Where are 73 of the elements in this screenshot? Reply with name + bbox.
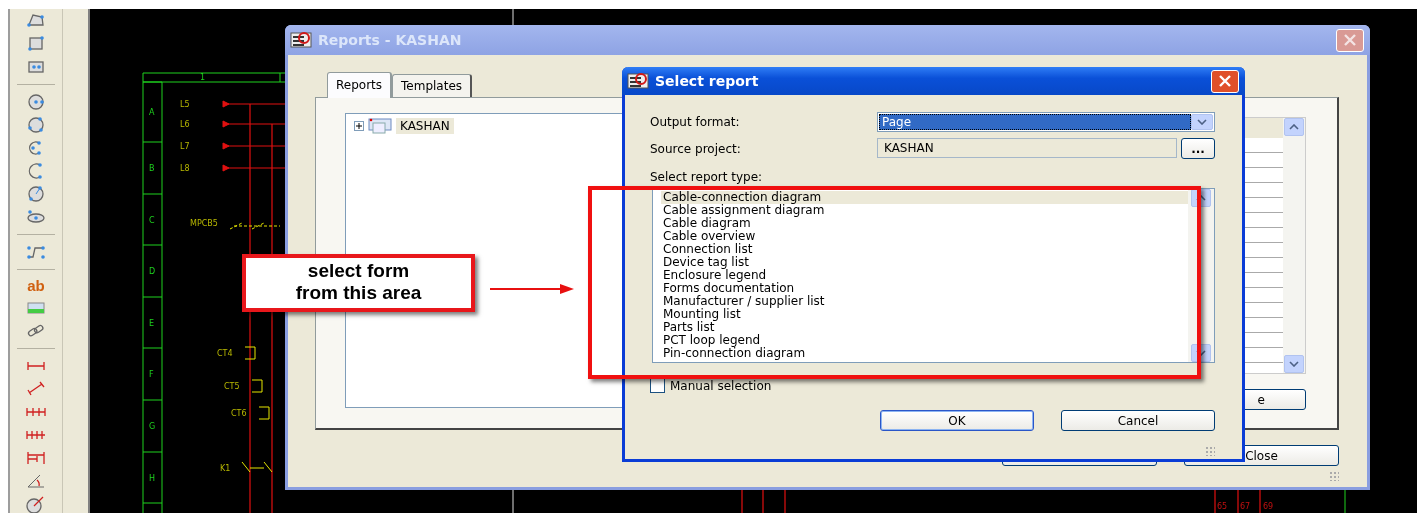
row-letter: B xyxy=(149,164,155,173)
row-letter: H xyxy=(149,473,155,483)
list-item[interactable]: Pin-connection diagram xyxy=(661,347,1188,360)
rectangle-icon[interactable] xyxy=(25,34,47,54)
device-label: CT6 xyxy=(231,409,247,418)
device-label: K1 xyxy=(220,464,231,473)
tree-item[interactable]: KASHAN xyxy=(396,118,454,134)
callout-note: select form from this area xyxy=(242,254,475,312)
list-item[interactable]: Enclosure legend xyxy=(661,269,1188,282)
app-icon xyxy=(627,72,649,90)
scrollbar[interactable] xyxy=(1283,118,1305,373)
list-item[interactable]: Cable overview xyxy=(661,230,1188,243)
list-item[interactable]: Forms documentation xyxy=(661,282,1188,295)
close-button[interactable] xyxy=(1211,69,1239,93)
list-item[interactable]: PCT loop legend xyxy=(661,334,1188,347)
row-letter: F xyxy=(149,370,154,379)
terminal-label: L5 xyxy=(180,100,190,109)
output-format-dropdown[interactable]: Page xyxy=(877,112,1215,132)
list-item[interactable]: Parts list xyxy=(661,321,1188,334)
scroll-down-icon xyxy=(1289,361,1299,367)
expand-icon[interactable] xyxy=(354,121,364,131)
close-icon xyxy=(1344,34,1356,46)
row-letter: G xyxy=(149,422,156,431)
device-label: CT4 xyxy=(217,349,233,358)
row-letter: D xyxy=(149,267,156,276)
close-icon xyxy=(1219,75,1231,87)
browse-button[interactable]: ... xyxy=(1181,138,1215,159)
wire-number: 69 xyxy=(1263,502,1274,511)
wire-number: 67 xyxy=(1240,502,1251,511)
list-item[interactable]: Mounting list xyxy=(661,308,1188,321)
app-icon xyxy=(290,31,312,49)
tab[interactable]: Reports xyxy=(327,72,393,98)
device-label: MPCB5 xyxy=(190,219,218,228)
terminal-label: L8 xyxy=(180,164,190,173)
device-symbol xyxy=(241,461,273,473)
cancel-button[interactable]: Cancel xyxy=(1061,410,1215,431)
field-label: Output format: xyxy=(650,115,741,129)
arrow-icon xyxy=(490,283,574,295)
terminal-label: L7 xyxy=(180,142,190,151)
device-symbol xyxy=(251,379,263,393)
row-letter: E xyxy=(149,318,155,328)
sector-icon[interactable] xyxy=(25,184,47,204)
field-label: Source project: xyxy=(650,141,742,156)
list-item[interactable]: Device tag list xyxy=(661,256,1188,269)
close-button[interactable] xyxy=(1336,28,1364,52)
list-item[interactable]: Manufacturer / supplier list xyxy=(661,295,1188,308)
row-letter: A xyxy=(149,108,155,117)
project-icon xyxy=(368,118,392,134)
resize-grip[interactable] xyxy=(1329,471,1339,481)
terminal-label: L6 xyxy=(180,120,190,129)
device-symbol xyxy=(229,222,281,230)
circle-icon[interactable] xyxy=(25,92,47,112)
dialog-title: Select report xyxy=(655,73,760,89)
device-label: CT5 xyxy=(224,382,240,391)
list-label: Select report type: xyxy=(650,170,764,184)
device-symbol xyxy=(244,346,256,360)
column-number: 1 xyxy=(200,73,206,82)
circle-icon[interactable] xyxy=(25,115,47,135)
scroll-up-icon xyxy=(1289,124,1299,130)
row-letter: C xyxy=(149,215,155,225)
ok-button[interactable]: OK xyxy=(880,410,1034,431)
source-project-field[interactable]: KASHAN xyxy=(877,138,1177,158)
tab[interactable]: Templates xyxy=(392,74,473,97)
list-item[interactable]: Cable diagram xyxy=(661,217,1188,230)
list-item[interactable]: Connection list xyxy=(661,243,1188,256)
dropdown-caret-icon xyxy=(1197,119,1207,125)
list-item[interactable]: Cable assignment diagram xyxy=(661,204,1188,217)
device-symbol xyxy=(258,406,270,420)
list-item[interactable]: Cable-connection diagram xyxy=(661,191,1188,204)
wire-number: 65 xyxy=(1217,502,1228,511)
resize-grip[interactable] xyxy=(1205,446,1215,456)
window-title: Reports - KASHAN xyxy=(318,32,463,48)
checkbox-label: Manual selection xyxy=(670,378,772,393)
